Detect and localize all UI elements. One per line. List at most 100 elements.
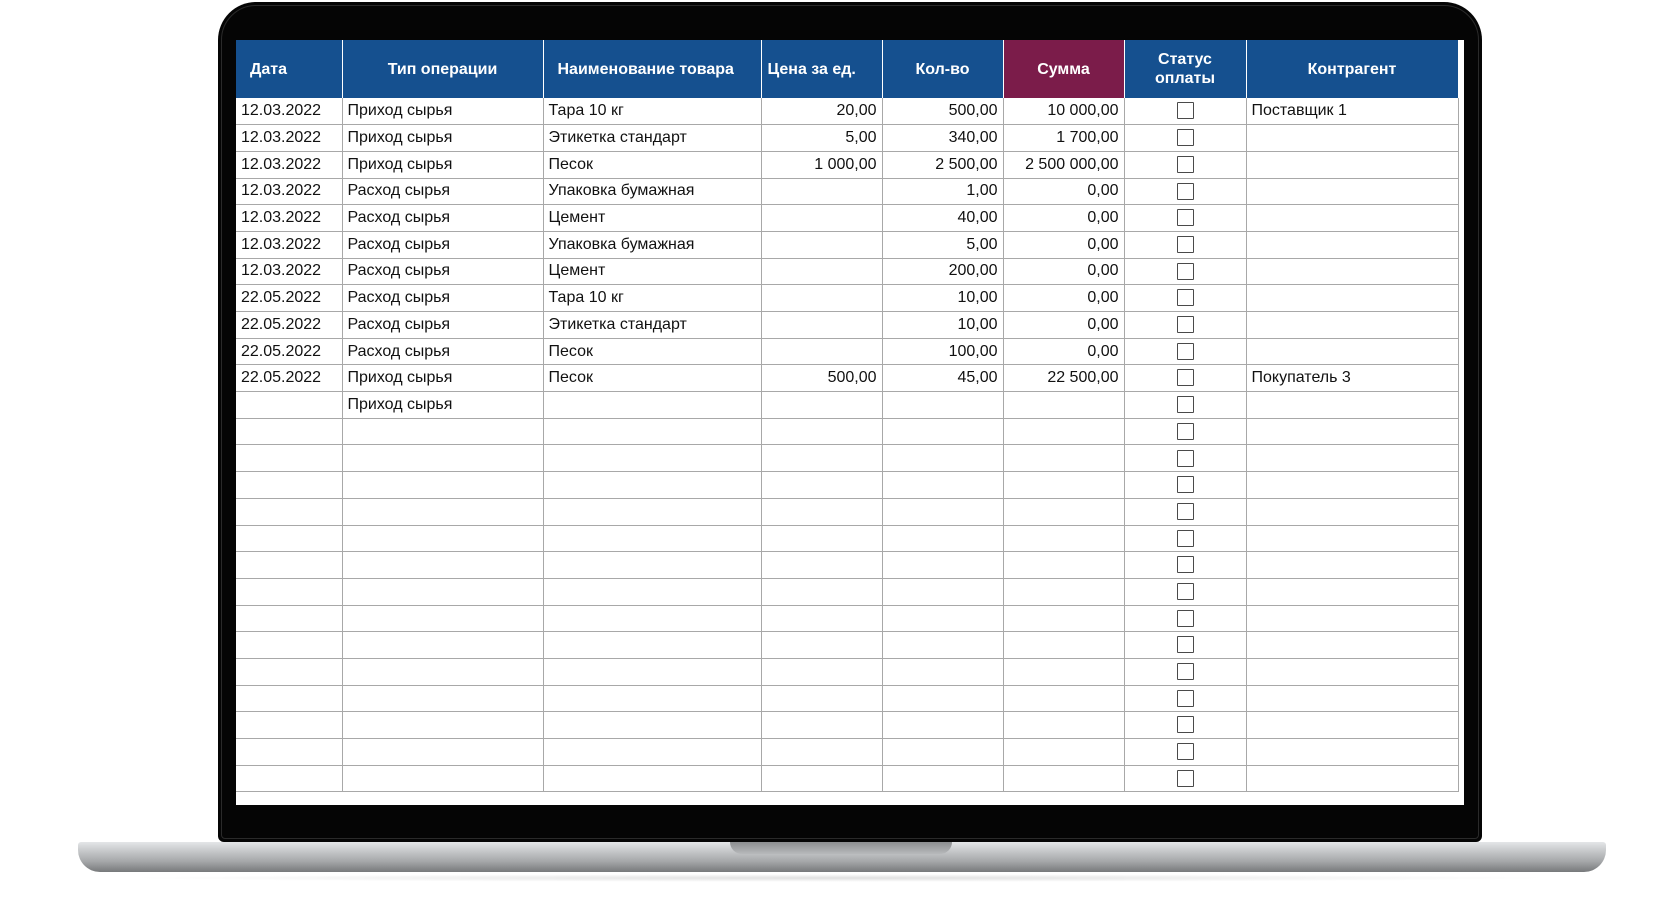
unit-price-cell[interactable] xyxy=(761,471,883,499)
payment-status-cell[interactable] xyxy=(1124,711,1247,739)
payment-status-cell[interactable] xyxy=(1124,471,1247,499)
column-header-date[interactable]: Дата xyxy=(236,40,343,98)
payment-status-cell[interactable] xyxy=(1124,204,1247,232)
payment-status-checkbox[interactable] xyxy=(1176,529,1194,547)
unit-price-cell[interactable] xyxy=(761,231,883,259)
payment-status-cell[interactable] xyxy=(1124,311,1247,339)
payment-status-cell[interactable] xyxy=(1124,685,1247,713)
operation-type-cell[interactable]: Приход сырья xyxy=(342,151,544,179)
sum-cell[interactable] xyxy=(1003,578,1125,606)
counterparty-cell[interactable] xyxy=(1246,711,1459,739)
payment-status-checkbox[interactable] xyxy=(1176,102,1194,120)
payment-status-checkbox[interactable] xyxy=(1176,689,1194,707)
payment-status-cell[interactable] xyxy=(1124,178,1247,206)
product-name-cell[interactable] xyxy=(543,525,762,553)
operation-type-cell[interactable]: Расход сырья xyxy=(342,284,544,312)
quantity-cell[interactable]: 2 500,00 xyxy=(882,151,1004,179)
product-name-cell[interactable] xyxy=(543,738,762,766)
product-name-cell[interactable]: Упаковка бумажная xyxy=(543,231,762,259)
payment-status-checkbox[interactable] xyxy=(1176,769,1194,787)
unit-price-cell[interactable] xyxy=(761,738,883,766)
column-header-unit-price[interactable]: Цена за ед. xyxy=(761,40,883,98)
date-cell[interactable]: 12.03.2022 xyxy=(236,258,343,286)
date-cell[interactable] xyxy=(236,605,343,633)
payment-status-checkbox[interactable] xyxy=(1176,155,1194,173)
product-name-cell[interactable]: Цемент xyxy=(543,258,762,286)
date-cell[interactable] xyxy=(236,631,343,659)
product-name-cell[interactable] xyxy=(543,685,762,713)
date-cell[interactable] xyxy=(236,578,343,606)
date-cell[interactable] xyxy=(236,685,343,713)
product-name-cell[interactable] xyxy=(543,578,762,606)
payment-status-checkbox[interactable] xyxy=(1176,209,1194,227)
unit-price-cell[interactable] xyxy=(761,765,883,793)
date-cell[interactable]: 12.03.2022 xyxy=(236,204,343,232)
product-name-cell[interactable] xyxy=(543,658,762,686)
operation-type-cell[interactable] xyxy=(342,578,544,606)
sum-cell[interactable] xyxy=(1003,658,1125,686)
product-name-cell[interactable]: Тара 10 кг xyxy=(543,98,762,126)
quantity-cell[interactable] xyxy=(882,578,1004,606)
operation-type-cell[interactable]: Расход сырья xyxy=(342,178,544,206)
operation-type-cell[interactable] xyxy=(342,605,544,633)
sum-cell[interactable] xyxy=(1003,551,1125,579)
quantity-cell[interactable]: 100,00 xyxy=(882,338,1004,366)
unit-price-cell[interactable] xyxy=(761,204,883,232)
payment-status-checkbox[interactable] xyxy=(1176,236,1194,254)
payment-status-checkbox[interactable] xyxy=(1176,743,1194,761)
column-header-payment-status[interactable]: Статус оплаты xyxy=(1124,40,1247,98)
quantity-cell[interactable]: 10,00 xyxy=(882,284,1004,312)
product-name-cell[interactable]: Песок xyxy=(543,364,762,393)
operation-type-cell[interactable]: Расход сырья xyxy=(342,204,544,232)
quantity-cell[interactable] xyxy=(882,551,1004,579)
sum-cell[interactable]: 0,00 xyxy=(1003,284,1125,312)
payment-status-checkbox[interactable] xyxy=(1176,129,1194,147)
quantity-cell[interactable]: 200,00 xyxy=(882,258,1004,286)
sum-cell[interactable] xyxy=(1003,738,1125,766)
product-name-cell[interactable]: Цемент xyxy=(543,204,762,232)
quantity-cell[interactable] xyxy=(882,658,1004,686)
payment-status-cell[interactable] xyxy=(1124,578,1247,606)
payment-status-checkbox[interactable] xyxy=(1176,316,1194,334)
operation-type-cell[interactable] xyxy=(342,551,544,579)
counterparty-cell[interactable] xyxy=(1246,658,1459,686)
payment-status-cell[interactable] xyxy=(1124,284,1247,312)
product-name-cell[interactable] xyxy=(543,765,762,793)
unit-price-cell[interactable] xyxy=(761,311,883,339)
payment-status-cell[interactable] xyxy=(1124,258,1247,286)
quantity-cell[interactable]: 500,00 xyxy=(882,98,1004,126)
date-cell[interactable]: 12.03.2022 xyxy=(236,98,343,126)
unit-price-cell[interactable]: 1 000,00 xyxy=(761,151,883,179)
payment-status-cell[interactable] xyxy=(1124,738,1247,766)
date-cell[interactable]: 12.03.2022 xyxy=(236,151,343,179)
counterparty-cell[interactable] xyxy=(1246,631,1459,659)
counterparty-cell[interactable] xyxy=(1246,551,1459,579)
quantity-cell[interactable] xyxy=(882,631,1004,659)
unit-price-cell[interactable] xyxy=(761,578,883,606)
counterparty-cell[interactable] xyxy=(1246,738,1459,766)
unit-price-cell[interactable] xyxy=(761,551,883,579)
quantity-cell[interactable] xyxy=(882,711,1004,739)
column-header-operation-type[interactable]: Тип операции xyxy=(342,40,544,98)
product-name-cell[interactable]: Тара 10 кг xyxy=(543,284,762,312)
date-cell[interactable]: 12.03.2022 xyxy=(236,178,343,206)
operation-type-cell[interactable]: Расход сырья xyxy=(342,258,544,286)
payment-status-checkbox[interactable] xyxy=(1176,289,1194,307)
date-cell[interactable] xyxy=(236,444,343,473)
sum-cell[interactable]: 2 500 000,00 xyxy=(1003,151,1125,179)
unit-price-cell[interactable] xyxy=(761,498,883,526)
sum-cell[interactable] xyxy=(1003,418,1125,446)
operation-type-cell[interactable]: Расход сырья xyxy=(342,338,544,366)
payment-status-cell[interactable] xyxy=(1124,231,1247,259)
quantity-cell[interactable] xyxy=(882,765,1004,793)
sum-cell[interactable] xyxy=(1003,685,1125,713)
payment-status-cell[interactable] xyxy=(1124,631,1247,659)
column-header-product-name[interactable]: Наименование товара xyxy=(543,40,762,98)
payment-status-cell[interactable] xyxy=(1124,124,1247,152)
payment-status-cell[interactable] xyxy=(1124,151,1247,179)
payment-status-checkbox[interactable] xyxy=(1176,182,1194,200)
counterparty-cell[interactable] xyxy=(1246,391,1459,419)
payment-status-cell[interactable] xyxy=(1124,391,1247,419)
payment-status-checkbox[interactable] xyxy=(1176,262,1194,280)
date-cell[interactable] xyxy=(236,765,343,793)
